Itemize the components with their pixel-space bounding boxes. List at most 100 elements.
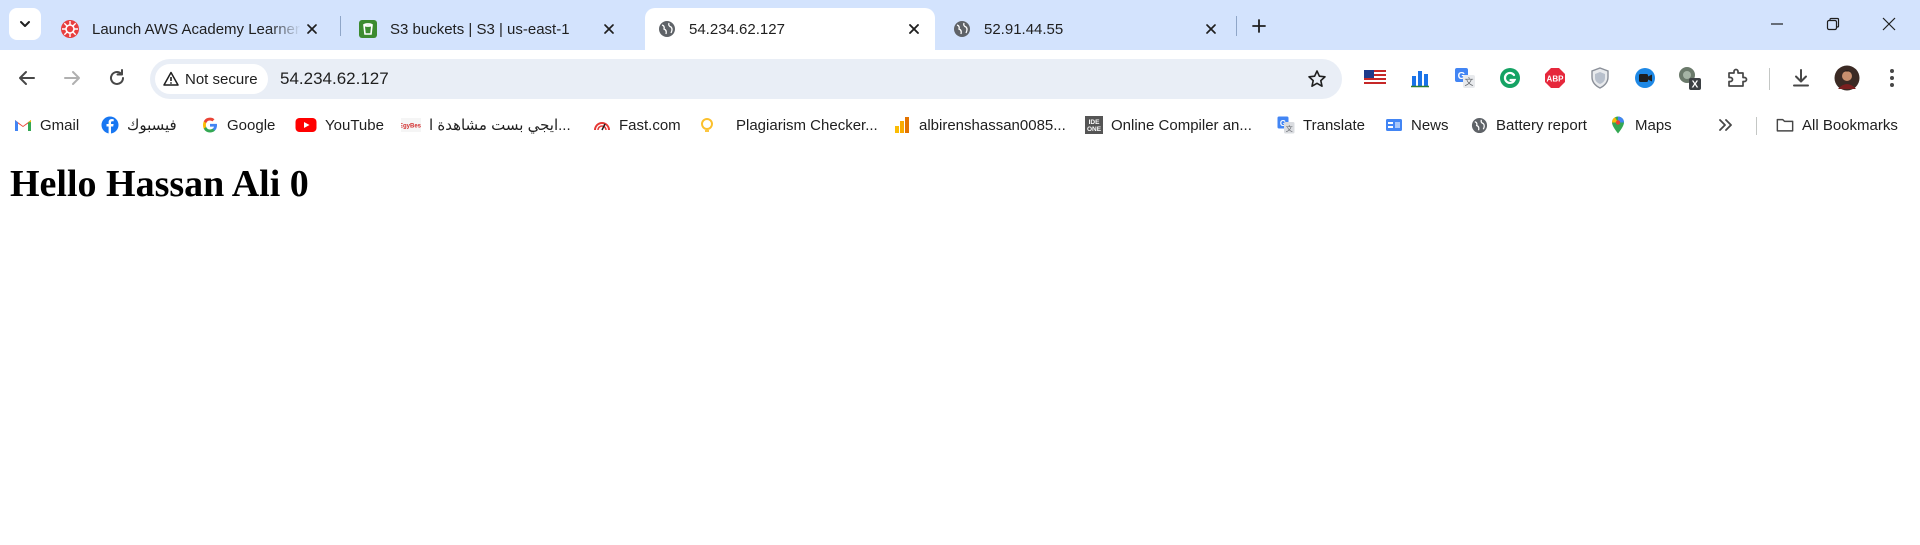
close-icon (307, 24, 317, 34)
bookmark-label: albirenshassan0085... (919, 116, 1066, 134)
egybest-icon: EgyBest (401, 116, 421, 134)
all-bookmarks-button[interactable]: All Bookmarks (1776, 113, 1898, 137)
bookmark-label: Google (227, 116, 276, 134)
close-icon (604, 24, 614, 34)
close-tab-button[interactable] (1200, 18, 1222, 40)
bookmark-plagiarism[interactable]: Plagiarism Checker... (698, 113, 878, 137)
bookmark-label: News (1411, 116, 1449, 134)
bookmark-online-compiler[interactable]: IDE ONE Online Compiler an... (1085, 113, 1252, 137)
bulb-icon (698, 116, 716, 134)
close-window-button[interactable] (1866, 6, 1912, 42)
url-text[interactable]: 54.234.62.127 (280, 59, 389, 99)
tab-title: 52.91.44.55 (984, 20, 1064, 38)
bookmark-gmail[interactable]: Gmail (14, 113, 79, 137)
gmail-icon (14, 116, 32, 134)
tab-search-button[interactable] (9, 8, 41, 40)
bookmark-google[interactable]: Google (201, 113, 275, 137)
tab-title: S3 buckets | S3 | us-east-1 (390, 20, 570, 38)
svg-text:X: X (1692, 80, 1699, 91)
ideone-icon: IDE ONE (1085, 116, 1103, 134)
bookmark-label: Battery report (1496, 116, 1587, 134)
kebab-menu-icon[interactable] (1879, 65, 1905, 91)
folder-icon (1776, 116, 1794, 134)
tab-aws-academy[interactable]: Launch AWS Academy Learner Lab (48, 8, 333, 50)
security-chip[interactable]: Not secure (155, 64, 268, 94)
bookmark-label: Gmail (40, 116, 80, 134)
svg-text:文: 文 (1464, 76, 1473, 88)
plus-icon (1252, 19, 1266, 33)
extensions-puzzle-icon[interactable] (1724, 65, 1750, 91)
us-flag-icon[interactable] (1362, 65, 1388, 91)
translate-icon: G文 (1277, 116, 1295, 134)
forward-button[interactable] (55, 61, 89, 95)
bookmark-fast[interactable]: Fast.com (593, 113, 681, 137)
address-bar[interactable]: Not secure 54.234.62.127 (150, 59, 1342, 99)
chevron-double-right-icon (1719, 119, 1732, 131)
news-icon (1385, 116, 1403, 134)
bookmarks-bar: Gmail فيسبوك Google YouTube EgyBest ايجي… (0, 108, 1920, 142)
toolbar-divider (1769, 68, 1770, 90)
tab-54-234-62-127[interactable]: 54.234.62.127 (645, 8, 935, 50)
browser-toolbar: Not secure 54.234.62.127 G文 ABP X (0, 50, 1920, 108)
extension-x-icon[interactable]: X (1677, 65, 1703, 91)
globe-icon (952, 19, 972, 39)
more-bookmarks-button[interactable] (1717, 113, 1733, 137)
tab-strip: Launch AWS Academy Learner Lab S3 bucket… (0, 0, 1920, 50)
warning-icon (163, 71, 179, 86)
avatar[interactable] (1834, 65, 1860, 91)
minimize-button[interactable] (1754, 6, 1800, 42)
chevron-down-icon (20, 21, 30, 27)
bookmark-star-button[interactable] (1306, 68, 1328, 90)
facebook-icon (101, 116, 119, 134)
google-translate-icon[interactable]: G文 (1452, 65, 1478, 91)
page-heading: Hello Hassan Ali 0 (10, 163, 309, 205)
video-icon[interactable] (1632, 65, 1658, 91)
svg-text:EgyBest: EgyBest (401, 124, 421, 130)
bookmark-label: YouTube (325, 116, 384, 134)
tab-s3-buckets[interactable]: S3 buckets | S3 | us-east-1 (346, 8, 630, 50)
adblock-plus-icon[interactable]: ABP (1542, 65, 1568, 91)
google-icon (201, 116, 219, 134)
restore-icon (1826, 17, 1840, 31)
reload-icon (110, 69, 124, 85)
tab-52-91-44-55[interactable]: 52.91.44.55 (940, 8, 1232, 50)
bookmark-translate[interactable]: G文 Translate (1277, 113, 1365, 137)
reload-button[interactable] (100, 61, 134, 95)
bookmark-facebook[interactable]: فيسبوك (101, 113, 177, 137)
youtube-icon (295, 116, 317, 134)
svg-text:IDE: IDE (1089, 119, 1101, 126)
tab-divider (340, 16, 341, 36)
close-tab-button[interactable] (903, 18, 925, 40)
page-viewport: Hello Hassan Ali 0 (0, 142, 1920, 545)
globe-icon (1470, 116, 1488, 134)
new-tab-button[interactable] (1245, 12, 1273, 40)
maps-icon (1609, 116, 1627, 134)
analytics-icon (893, 116, 911, 134)
bookmark-label: Plagiarism Checker... (736, 116, 878, 134)
all-bookmarks-label: All Bookmarks (1802, 116, 1898, 134)
bookmark-news[interactable]: News (1385, 113, 1449, 137)
tab-divider (1236, 16, 1237, 36)
bookmark-egybest[interactable]: EgyBest ايجي بست مشاهدة ا... (401, 113, 571, 137)
bookmarks-divider (1756, 117, 1757, 135)
close-icon (1882, 17, 1896, 31)
close-tab-button[interactable] (598, 18, 620, 40)
shield-icon[interactable] (1587, 65, 1613, 91)
arrow-right-icon (64, 71, 80, 85)
bookmark-analytics[interactable]: albirenshassan0085... (893, 113, 1066, 137)
tab-title: Launch AWS Academy Learner Lab (92, 20, 301, 38)
restore-button[interactable] (1810, 6, 1856, 42)
grammarly-icon[interactable] (1497, 65, 1523, 91)
star-icon (1308, 70, 1326, 87)
bar-chart-icon[interactable] (1407, 65, 1433, 91)
download-icon[interactable] (1788, 65, 1814, 91)
back-button[interactable] (10, 61, 44, 95)
svg-text:ONE: ONE (1087, 126, 1102, 133)
aws-academy-icon (60, 19, 80, 39)
bookmark-maps[interactable]: Maps (1609, 113, 1672, 137)
speed-icon (593, 116, 611, 134)
close-tab-button[interactable] (301, 18, 323, 40)
s3-icon (358, 19, 378, 39)
bookmark-battery-report[interactable]: Battery report (1470, 113, 1587, 137)
bookmark-youtube[interactable]: YouTube (295, 113, 384, 137)
